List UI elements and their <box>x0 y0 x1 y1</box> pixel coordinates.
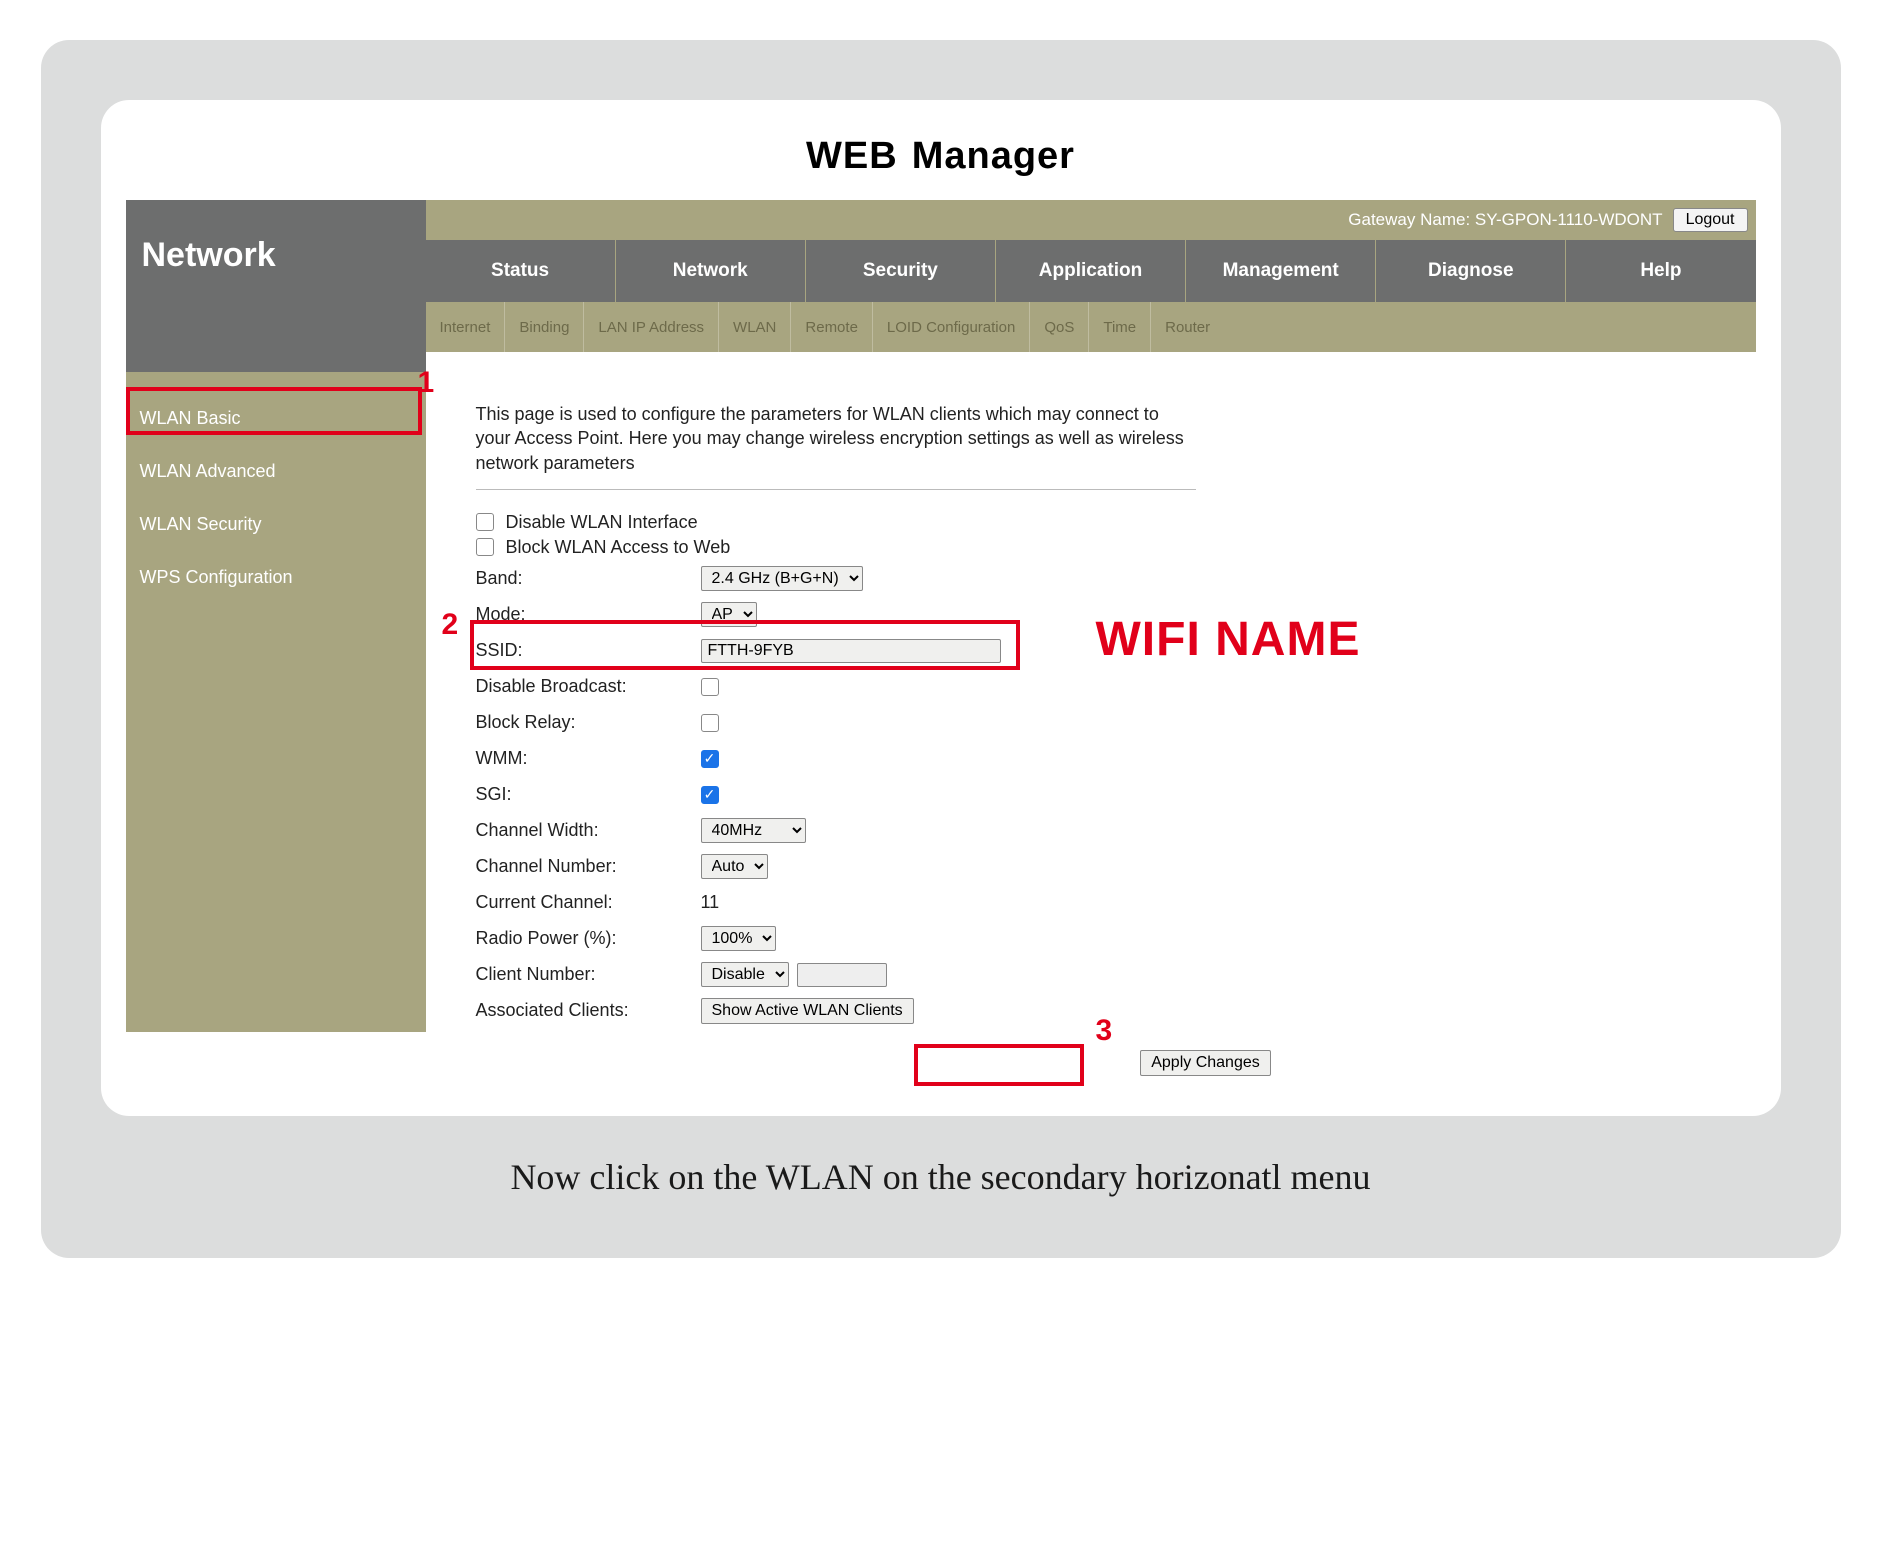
wlan-basic-form: Disable WLAN Interface Block WLAN Access… <box>476 512 1716 1076</box>
mode-label: Mode: <box>476 604 701 625</box>
subtab-label: Time <box>1103 319 1136 336</box>
associated-clients-label: Associated Clients: <box>476 1000 701 1021</box>
sidebar-item-wps-config[interactable]: WPS Configuration <box>126 551 426 604</box>
tab-label: Status <box>491 260 549 282</box>
tab-label: Management <box>1223 260 1339 282</box>
subtab-router[interactable]: Router <box>1151 302 1224 352</box>
subtab-label: Remote <box>805 319 858 336</box>
subtab-label: WLAN <box>733 319 776 336</box>
subtab-binding[interactable]: Binding <box>505 302 584 352</box>
annotation-number-3: 3 <box>1096 1014 1113 1048</box>
tab-status[interactable]: Status <box>426 240 616 302</box>
tab-management[interactable]: Management <box>1186 240 1376 302</box>
tab-help[interactable]: Help <box>1566 240 1755 302</box>
tab-security[interactable]: Security <box>806 240 996 302</box>
instruction-text: Now click on the WLAN on the secondary h… <box>101 1156 1781 1198</box>
block-web-label: Block WLAN Access to Web <box>506 537 731 558</box>
apply-label: Apply Changes <box>1151 1054 1260 1071</box>
block-web-checkbox[interactable] <box>476 538 494 556</box>
block-relay-label: Block Relay: <box>476 712 701 733</box>
client-number-select[interactable]: Disable <box>701 962 789 987</box>
channel-width-label: Channel Width: <box>476 820 701 841</box>
annotation-number-1: 1 <box>418 366 435 400</box>
title-part-web: WEB <box>806 135 898 177</box>
radio-power-label: Radio Power (%): <box>476 928 701 949</box>
main-tabs: Status Network Security Application Mana… <box>426 240 1756 302</box>
ssid-input[interactable] <box>701 639 1001 663</box>
subtab-label: Internet <box>440 319 491 336</box>
subtab-lan-ip[interactable]: LAN IP Address <box>584 302 719 352</box>
sidebar-item-label: WLAN Basic <box>140 408 241 428</box>
sub-tabs: Internet Binding LAN IP Address WLAN Rem… <box>426 302 1756 352</box>
sidebar-item-wlan-security[interactable]: WLAN Security <box>126 498 426 551</box>
channel-number-select[interactable]: Auto <box>701 854 768 879</box>
disable-wlan-checkbox[interactable] <box>476 513 494 531</box>
client-number-label: Client Number: <box>476 964 701 985</box>
show-active-clients-button[interactable]: Show Active WLAN Clients <box>701 998 914 1024</box>
sidebar-item-label: WLAN Advanced <box>140 461 276 481</box>
subtab-remote[interactable]: Remote <box>791 302 873 352</box>
tab-label: Help <box>1640 260 1681 282</box>
sgi-checkbox[interactable]: ✓ <box>701 786 719 804</box>
tab-label: Application <box>1039 260 1142 282</box>
current-channel-value: 11 <box>701 892 720 913</box>
logout-label: Logout <box>1686 211 1735 228</box>
subtab-label: LOID Configuration <box>887 319 1015 336</box>
disable-broadcast-checkbox[interactable] <box>701 678 719 696</box>
band-select[interactable]: 2.4 GHz (B+G+N) <box>701 566 863 591</box>
disable-broadcast-label: Disable Broadcast: <box>476 676 701 697</box>
tab-diagnose[interactable]: Diagnose <box>1376 240 1566 302</box>
page-title: WEB Manager <box>126 135 1756 178</box>
sidebar-item-label: WPS Configuration <box>140 567 293 587</box>
tab-label: Network <box>673 260 748 282</box>
sidebar-item-label: WLAN Security <box>140 514 262 534</box>
tab-label: Security <box>863 260 938 282</box>
annotation-number-2: 2 <box>442 608 459 642</box>
wmm-checkbox[interactable]: ✓ <box>701 750 719 768</box>
subtab-label: QoS <box>1044 319 1074 336</box>
subtab-wlan[interactable]: WLAN <box>719 302 791 352</box>
mode-select[interactable]: AP <box>701 602 757 627</box>
subtab-label: Router <box>1165 319 1210 336</box>
annotation-wifi-name: WIFI NAME <box>1096 612 1361 667</box>
channel-number-label: Channel Number: <box>476 856 701 877</box>
content-area: This page is used to configure the param… <box>426 372 1756 1096</box>
sidebar-item-wlan-advanced[interactable]: WLAN Advanced <box>126 445 426 498</box>
tab-network[interactable]: Network <box>616 240 806 302</box>
subtab-internet[interactable]: Internet <box>426 302 506 352</box>
subtab-qos[interactable]: QoS <box>1030 302 1089 352</box>
logout-button[interactable]: Logout <box>1673 208 1748 232</box>
section-header: Network <box>126 200 426 372</box>
client-number-extra <box>797 963 887 987</box>
title-part-manager: Manager <box>912 135 1075 177</box>
intro-text: This page is used to configure the param… <box>476 402 1196 490</box>
top-bar: Gateway Name: SY-GPON-1110-WDONT Logout <box>426 200 1756 240</box>
show-clients-label: Show Active WLAN Clients <box>712 1002 903 1019</box>
subtab-loid[interactable]: LOID Configuration <box>873 302 1030 352</box>
band-label: Band: <box>476 568 701 589</box>
apply-changes-button[interactable]: Apply Changes <box>1140 1050 1271 1076</box>
channel-width-select[interactable]: 40MHz <box>701 818 806 843</box>
disable-wlan-label: Disable WLAN Interface <box>506 512 698 533</box>
sgi-label: SGI: <box>476 784 701 805</box>
sidebar: WLAN Basic WLAN Advanced WLAN Security W… <box>126 372 426 1032</box>
current-channel-label: Current Channel: <box>476 892 701 913</box>
ssid-label: SSID: <box>476 640 701 661</box>
gateway-name: Gateway Name: SY-GPON-1110-WDONT <box>1348 210 1662 230</box>
sidebar-item-wlan-basic[interactable]: WLAN Basic <box>126 392 426 445</box>
annotation-box-3 <box>914 1044 1084 1086</box>
block-relay-checkbox[interactable] <box>701 714 719 732</box>
tab-label: Diagnose <box>1428 260 1514 282</box>
section-title: Network <box>142 236 276 274</box>
wmm-label: WMM: <box>476 748 701 769</box>
subtab-label: Binding <box>519 319 569 336</box>
subtab-time[interactable]: Time <box>1089 302 1151 352</box>
tab-application[interactable]: Application <box>996 240 1186 302</box>
subtab-label: LAN IP Address <box>598 319 704 336</box>
radio-power-select[interactable]: 100% <box>701 926 776 951</box>
